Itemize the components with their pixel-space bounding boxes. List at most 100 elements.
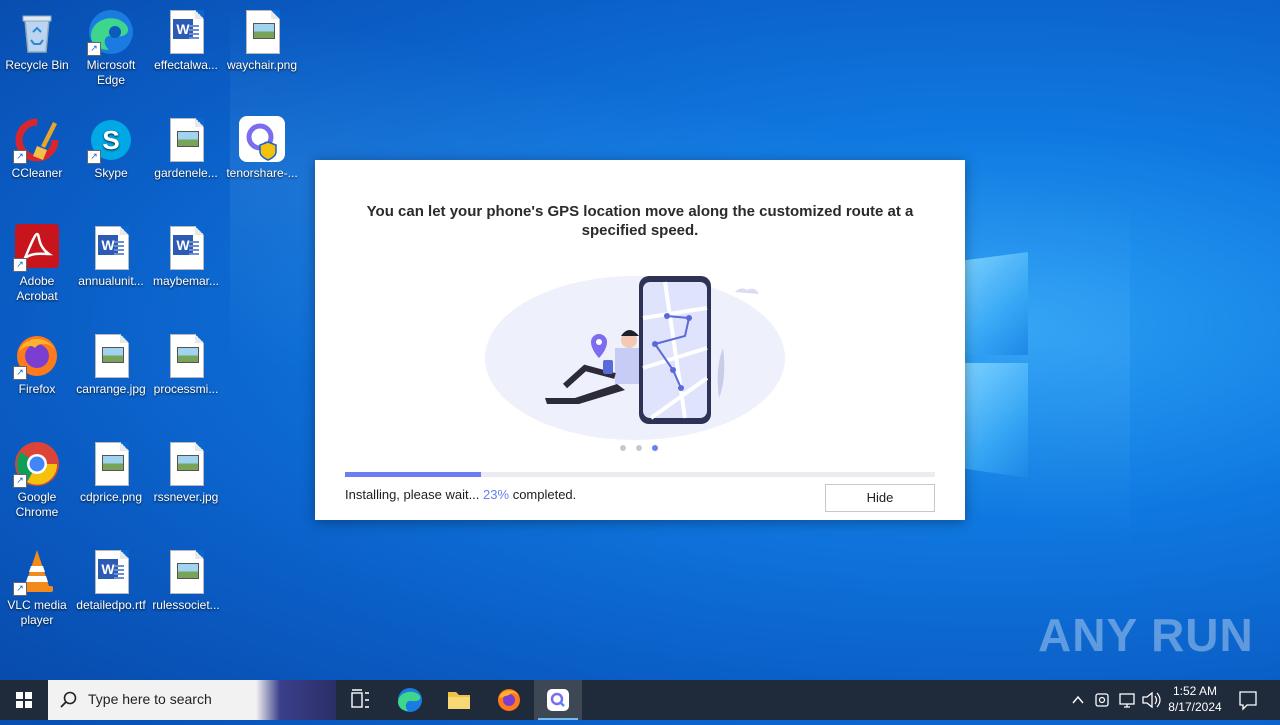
skype-icon: S ↗ [87,116,135,164]
image-file-icon [162,440,210,488]
desktop-icon-label: waychair.png [226,58,298,72]
firefox-icon: ↗ [13,332,61,380]
hide-button[interactable]: Hide [825,484,935,512]
shortcut-arrow-icon: ↗ [87,150,101,164]
carousel-dot[interactable] [652,445,658,451]
task-view-button[interactable] [336,680,384,720]
desktop-icon-microsoft-edge[interactable]: ↗ Microsoft Edge [73,8,149,88]
ccleaner-icon: ↗ [13,116,61,164]
desktop-icon-rulessociet[interactable]: rulessociet... [148,548,224,613]
shortcut-arrow-icon: ↗ [13,366,27,380]
carousel-dot[interactable] [636,445,642,451]
desktop-icon-label: VLC media player [7,598,67,627]
desktop-icon-detailedpo[interactable]: W detailedpo.rtf [73,548,149,613]
desktop-icon-label: Microsoft Edge [86,58,136,87]
desktop-icon-label: gardenele... [154,166,218,180]
start-button[interactable] [0,680,48,720]
carousel-dots [620,445,664,453]
recycle-bin-icon [13,8,61,56]
desktop-icon-ccleaner[interactable]: ↗ CCleaner [0,116,75,181]
desktop-icon-label: Firefox [18,382,56,396]
desktop-icon-adobe-acrobat[interactable]: ↗ Adobe Acrobat [0,224,75,304]
shortcut-arrow-icon: ↗ [13,474,27,488]
desktop-icon-label: maybemar... [152,274,220,288]
windows-logo-icon [16,692,32,708]
desktop-icon-waychair[interactable]: waychair.png [224,8,300,73]
installer-dialog: You can let your phone's GPS location mo… [315,160,965,520]
desktop-icon-tenorshare[interactable]: tenorshare-... [224,116,300,181]
taskbar-clock[interactable]: 1:52 AM 8/17/2024 [1160,683,1230,715]
desktop-icon-vlc[interactable]: ↗ VLC media player [0,548,75,628]
desktop-icon-label: rssnever.jpg [153,490,219,504]
search-highlight-art [256,680,336,720]
desktop-icon-label: Recycle Bin [5,58,69,72]
network-icon[interactable] [1116,680,1138,720]
desktop-icon-gardenele[interactable]: gardenele... [148,116,224,181]
vlc-icon: ↗ [13,548,61,596]
word-doc-icon: W [87,224,135,272]
word-doc-icon: W [162,224,210,272]
clock-time: 1:52 AM [1172,684,1218,698]
desktop-icon-label: tenorshare-... [226,166,298,180]
desktop-icon-label: effectalwa... [154,58,218,72]
shortcut-arrow-icon: ↗ [87,42,101,56]
status-suffix: completed. [512,487,577,502]
install-status: Installing, please wait... 23% completed… [345,487,576,502]
desktop-icon-label: CCleaner [11,166,63,180]
desktop-icon-label: canrange.jpg [76,382,146,396]
desktop-icon-google-chrome[interactable]: ↗ Google Chrome [0,440,75,520]
taskbar-search-box[interactable]: Type here to search [48,680,336,720]
desktop-icon-label: detailedpo.rtf [76,598,146,612]
svg-text:S: S [102,125,119,155]
image-file-icon [162,116,210,164]
dialog-title: You can let your phone's GPS location mo… [366,203,914,239]
install-progress-fill [345,472,481,477]
desktop-icon-canrange[interactable]: canrange.jpg [73,332,149,397]
desktop-icon-label: rulessociet... [152,598,220,612]
desktop-icon-maybemar[interactable]: W maybemar... [148,224,224,289]
desktop-icon-annualunit[interactable]: W annualunit... [73,224,149,289]
tenorshare-icon [238,116,286,164]
desktop-icon-processmi[interactable]: processmi... [148,332,224,397]
clock-date: 8/17/2024 [1168,700,1222,714]
desktop-icon-recycle-bin[interactable]: Recycle Bin [0,8,75,73]
task-view-icon [351,689,369,708]
desktop-icon-label: cdprice.png [79,490,143,504]
progress-percent: 23% [483,487,510,502]
edge-icon [398,688,422,712]
notifications-icon[interactable] [1236,680,1260,720]
desktop-icon-skype[interactable]: S ↗ Skype [73,116,149,181]
anyrun-watermark: ANY RUN [1038,608,1254,662]
folder-icon [448,692,470,709]
tray-chevron-icon[interactable] [1068,680,1088,720]
taskbar-tenorshare-button[interactable] [534,680,582,720]
desktop-icon-label: annualunit... [78,274,144,288]
image-file-icon [162,548,210,596]
image-file-icon [238,8,286,56]
edge-icon: ↗ [87,8,135,56]
search-icon [60,691,77,708]
wallpaper-logo-pane [965,252,1028,355]
meet-now-icon[interactable] [1092,680,1114,720]
desktop-icon-rssnever[interactable]: rssnever.jpg [148,440,224,505]
desktop-icon-effectalwa[interactable]: W effectalwa... [148,8,224,73]
wallpaper-logo-pane [965,363,1028,478]
image-file-icon [87,332,135,380]
desktop-icon-label: processmi... [153,382,219,396]
desktop-icon-cdprice[interactable]: cdprice.png [73,440,149,505]
volume-icon[interactable] [1140,680,1162,720]
search-placeholder: Type here to search [88,691,212,707]
shortcut-arrow-icon: ↗ [13,150,27,164]
taskbar-file-explorer-button[interactable] [435,680,483,720]
desktop-icon-firefox[interactable]: ↗ Firefox [0,332,75,397]
word-doc-icon: W [87,548,135,596]
taskbar: Type here to search 1:52 AM 8/17/2024 [0,680,1280,720]
firefox-icon [498,689,520,711]
taskbar-edge-button[interactable] [386,680,434,720]
gps-route-illustration [485,276,785,440]
status-prefix: Installing, please wait... [345,487,480,502]
chrome-icon: ↗ [13,440,61,488]
taskbar-firefox-button[interactable] [485,680,533,720]
watermark-text: ANY RUN [1038,609,1254,661]
carousel-dot[interactable] [620,445,626,451]
